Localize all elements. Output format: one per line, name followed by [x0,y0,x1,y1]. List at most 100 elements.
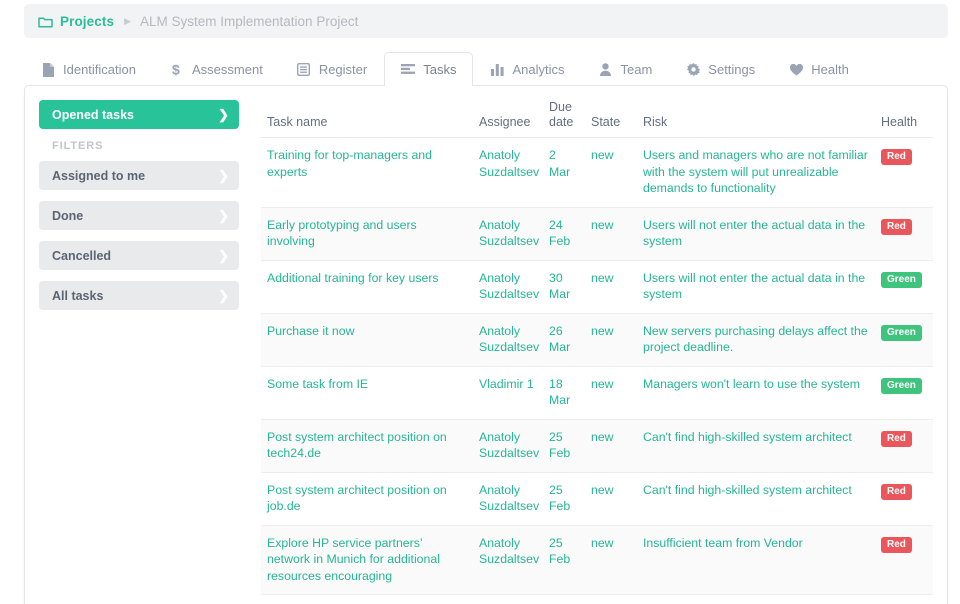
status-badge: Red [881,219,912,235]
cell-risk[interactable]: Can't find high-skilled system architect [637,472,875,525]
cell-state: new [585,472,637,525]
chevron-right-icon: ❯ [218,209,229,222]
column-header-state[interactable]: State [585,100,637,138]
table-row[interactable]: Explore HP service partners’ network in … [261,525,933,595]
svg-text:$: $ [172,62,180,77]
cell-assignee: Vladimir 1 [473,366,543,419]
tab-identification[interactable]: Identification [24,52,153,86]
cell-state: new [585,313,637,366]
tab-analytics[interactable]: Analytics [473,52,581,86]
cell-risk[interactable]: Can't find high-skilled system architect [637,419,875,472]
cell-risk[interactable]: Insufficient team from Vendor [637,525,875,595]
table-row[interactable]: Post system architect position on job.de… [261,472,933,525]
column-header-due-date[interactable]: Due date [543,100,585,138]
cell-health: Green [875,366,933,419]
tab-team[interactable]: Team [582,52,670,86]
column-header-health[interactable]: Health [875,100,933,138]
table-row[interactable]: Some task from IEVladimir 118 MarnewMana… [261,366,933,419]
tab-register[interactable]: Register [280,52,384,86]
tab-settings-label: Settings [708,62,755,77]
table-row[interactable]: Discuss the HP team with the HP Practice… [261,595,933,604]
status-badge: Red [881,149,912,165]
sidebar-item-opened-tasks[interactable]: Opened tasks ❯ [39,100,239,129]
cell-state: new [585,366,637,419]
sidebar-item-done[interactable]: Done ❯ [39,201,239,230]
cell-assignee: Anatoly Suzdaltsev [473,419,543,472]
cell-due-date: 25 Feb [543,525,585,595]
breadcrumb: Projects ▶ ALM System Implementation Pro… [24,4,948,38]
column-header-assignee[interactable]: Assignee [473,100,543,138]
cell-task-name[interactable]: Discuss the HP team with the HP Practice… [261,595,473,604]
cell-risk[interactable]: Insufficient team from Vendor [637,595,875,604]
cell-assignee: Anatoly Suzdaltsev [473,138,543,208]
sidebar-item-label: All tasks [52,289,103,303]
cell-health: Red [875,419,933,472]
table-row[interactable]: Early prototyping and users involvingAna… [261,207,933,260]
app-page: Projects ▶ ALM System Implementation Pro… [0,0,960,604]
cell-health: Red [875,138,933,208]
cell-health: Green [875,313,933,366]
status-badge: Red [881,484,912,500]
cell-due-date: 25 Feb [543,419,585,472]
tab-analytics-label: Analytics [512,62,564,77]
cell-due-date: 2 Mar [543,138,585,208]
list-box-icon [297,63,311,76]
person-icon [599,63,613,76]
cell-task-name[interactable]: Purchase it now [261,313,473,366]
status-badge: Green [881,272,922,288]
table-row[interactable]: Post system architect position on tech24… [261,419,933,472]
gear-icon [686,63,700,76]
cell-task-name[interactable]: Early prototyping and users involving [261,207,473,260]
cell-assignee: Anatoly Suzdaltsev [473,525,543,595]
sidebar-item-label: Done [52,209,83,223]
cell-due-date: 18 Mar [543,366,585,419]
cell-risk[interactable]: Users will not enter the actual data in … [637,207,875,260]
sidebar-item-all-tasks[interactable]: All tasks ❯ [39,281,239,310]
cell-due-date: 24 Feb [543,207,585,260]
cell-state: new [585,260,637,313]
tab-health[interactable]: Health [772,52,866,86]
sidebar-item-label: Opened tasks [52,108,134,122]
dollar-icon: $ [170,62,184,77]
cell-health: Amber [875,595,933,604]
tab-assessment[interactable]: $ Assessment [153,52,280,86]
tab-assessment-label: Assessment [192,62,263,77]
breadcrumb-root-link[interactable]: Projects [60,14,114,29]
tab-team-label: Team [621,62,653,77]
column-header-risk[interactable]: Risk [637,100,875,138]
status-badge: Red [881,537,912,553]
tab-tasks[interactable]: Tasks [384,52,473,86]
tab-health-label: Health [811,62,849,77]
chevron-right-icon: ❯ [218,289,229,302]
cell-task-name[interactable]: Additional training for key users [261,260,473,313]
sidebar-item-label: Assigned to me [52,169,145,183]
sidebar-item-assigned-to-me[interactable]: Assigned to me ❯ [39,161,239,190]
cell-task-name[interactable]: Some task from IE [261,366,473,419]
tab-settings[interactable]: Settings [669,52,772,86]
table-row[interactable]: Additional training for key usersAnatoly… [261,260,933,313]
sidebar-item-cancelled[interactable]: Cancelled ❯ [39,241,239,270]
cell-risk[interactable]: New servers purchasing delays affect the… [637,313,875,366]
table-row[interactable]: Training for top-managers and expertsAna… [261,138,933,208]
chevron-right-icon: ❯ [218,108,229,121]
tasks-table-container: Task name Assignee Due date State Risk H… [253,100,947,604]
cell-task-name[interactable]: Post system architect position on tech24… [261,419,473,472]
cell-risk[interactable]: Managers won't learn to use the system [637,366,875,419]
table-row[interactable]: Purchase it nowAnatoly Suzdaltsev26 Marn… [261,313,933,366]
column-header-task-name[interactable]: Task name [261,100,473,138]
cell-risk[interactable]: Users and managers who are not familiar … [637,138,875,208]
cell-health: Red [875,207,933,260]
cell-risk[interactable]: Users will not enter the actual data in … [637,260,875,313]
folder-icon [38,15,53,28]
cell-task-name[interactable]: Post system architect position on job.de [261,472,473,525]
cell-health: Red [875,472,933,525]
cell-task-name[interactable]: Training for top-managers and experts [261,138,473,208]
cell-state: new [585,207,637,260]
tab-bar: Identification $ Assessment Register Tas… [24,52,948,86]
cell-due-date: 25 Feb [543,472,585,525]
heart-icon [789,64,803,76]
cell-health: Green [875,260,933,313]
cell-task-name[interactable]: Explore HP service partners’ network in … [261,525,473,595]
cell-assignee: Anatoly Suzdaltsev [473,207,543,260]
cell-assignee: Anatoly Suzdaltsev [473,472,543,525]
